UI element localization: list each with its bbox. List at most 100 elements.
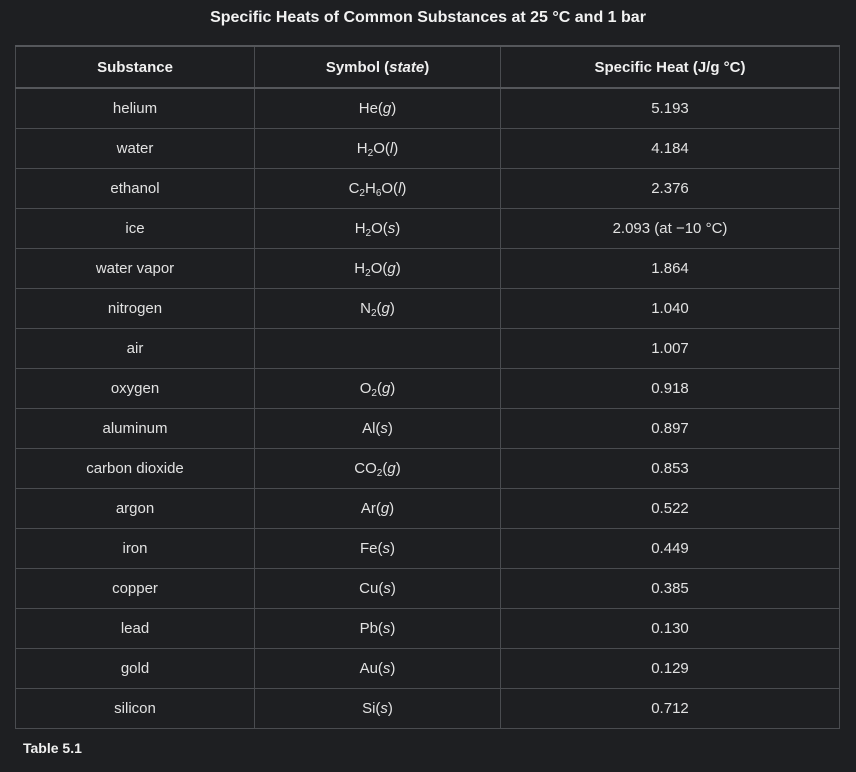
cell-symbol: Cu(s): [254, 568, 501, 609]
symbol-part: H: [364, 180, 376, 197]
cell-symbol: H2O(l): [254, 128, 501, 169]
cell-substance: ethanol: [15, 168, 255, 209]
table-row: silicon Si(s) 0.712: [15, 688, 840, 729]
table-row: water H2O(l) 4.184: [15, 128, 840, 169]
header-symbol-state: state: [389, 58, 425, 76]
symbol-part: H: [354, 260, 366, 277]
cell-substance: argon: [15, 488, 255, 529]
header-row: Substance Symbol (state) Specific Heat (…: [15, 45, 840, 89]
header-symbol: Symbol (state): [254, 45, 501, 89]
cell-symbol: H2O(g): [254, 248, 501, 289]
cell-specific-heat: 0.385: [500, 568, 840, 609]
table-row: aluminum Al(s) 0.897: [15, 408, 840, 449]
symbol-part: H: [356, 140, 368, 157]
cell-substance: helium: [15, 87, 255, 129]
cell-symbol: C2H6O(l): [254, 168, 501, 209]
cell-specific-heat: 0.522: [500, 488, 840, 529]
symbol-part: He: [358, 100, 378, 117]
cell-specific-heat: 1.040: [500, 288, 840, 329]
table-row: lead Pb(s) 0.130: [15, 608, 840, 649]
table-row: argon Ar(g) 0.522: [15, 488, 840, 529]
table-row: oxygen O2(g) 0.918: [15, 368, 840, 409]
cell-symbol: O2(g): [254, 368, 501, 409]
table-row: ethanol C2H6O(l) 2.376: [15, 168, 840, 209]
symbol-part: N: [360, 300, 371, 317]
symbol-part: Pb(: [359, 620, 383, 637]
symbol-part: ): [401, 180, 407, 197]
cell-substance: iron: [15, 528, 255, 569]
table-row: helium He(g) 5.193: [15, 87, 840, 129]
header-symbol-prefix: Symbol (: [325, 58, 390, 76]
symbol-part: s: [380, 420, 388, 437]
symbol-part: O(: [381, 180, 399, 197]
symbol-part: ): [395, 460, 401, 477]
symbol-part: Cu(: [359, 580, 384, 597]
symbol-part: ): [389, 500, 395, 517]
symbol-part: O: [359, 380, 372, 397]
cell-symbol: H2O(s): [254, 208, 501, 249]
symbol-part: O(: [371, 220, 388, 237]
header-specific-heat: Specific Heat (J/g °C): [500, 45, 840, 89]
symbol-part: ): [395, 220, 401, 237]
symbol-part: s: [383, 580, 391, 597]
symbol-part: ): [393, 140, 399, 157]
symbol-part: O(: [370, 260, 388, 277]
cell-substance: air: [15, 328, 255, 369]
cell-specific-heat: 0.918: [500, 368, 840, 409]
table-row: gold Au(s) 0.129: [15, 648, 840, 689]
cell-specific-heat: 2.093 (at −10 °C): [500, 208, 840, 249]
cell-specific-heat: 4.184: [500, 128, 840, 169]
table-row: nitrogen N2(g) 1.040: [15, 288, 840, 329]
cell-specific-heat: 0.130: [500, 608, 840, 649]
cell-symbol: [254, 328, 501, 369]
cell-substance: nitrogen: [15, 288, 255, 329]
cell-symbol: Pb(s): [254, 608, 501, 649]
header-substance: Substance: [15, 45, 255, 89]
cell-symbol: He(g): [254, 87, 501, 129]
symbol-part: CO: [354, 460, 377, 477]
symbol-part: g: [382, 100, 392, 117]
cell-symbol: Al(s): [254, 408, 501, 449]
symbol-part: ): [387, 700, 393, 717]
cell-specific-heat: 1.007: [500, 328, 840, 369]
symbol-part: ): [390, 580, 396, 597]
cell-substance: oxygen: [15, 368, 255, 409]
cell-symbol: N2(g): [254, 288, 501, 329]
table-row: water vapor H2O(g) 1.864: [15, 248, 840, 289]
symbol-part: ): [389, 300, 395, 317]
table-row: iron Fe(s) 0.449: [15, 528, 840, 569]
table-body: helium He(g) 5.193 water H2O(l) 4.184 ethanol C…: [15, 87, 840, 729]
table-row: ice H2O(s) 2.093 (at −10 °C): [15, 208, 840, 249]
symbol-part: O(: [373, 140, 390, 157]
symbol-part: Fe(: [360, 540, 383, 557]
cell-symbol: Fe(s): [254, 528, 501, 569]
table-header: Substance Symbol (state) Specific Heat (…: [15, 45, 840, 89]
cell-substance: lead: [15, 608, 255, 649]
symbol-part: ): [390, 660, 396, 677]
cell-specific-heat: 2.376: [500, 168, 840, 209]
cell-specific-heat: 0.129: [500, 648, 840, 689]
cell-symbol: CO2(g): [254, 448, 501, 489]
cell-specific-heat: 0.712: [500, 688, 840, 729]
cell-symbol: Au(s): [254, 648, 501, 689]
symbol-part: Si(: [362, 700, 381, 717]
table-row: air 1.007: [15, 328, 840, 369]
symbol-part: ): [390, 380, 396, 397]
table-row: carbon dioxide CO2(g) 0.853: [15, 448, 840, 489]
cell-substance: ice: [15, 208, 255, 249]
symbol-part: s: [382, 540, 391, 557]
cell-specific-heat: 0.897: [500, 408, 840, 449]
symbol-part: Ar(: [360, 500, 381, 517]
cell-specific-heat: 0.449: [500, 528, 840, 569]
symbol-part: g: [387, 260, 396, 277]
symbol-part: C: [348, 180, 360, 197]
cell-symbol: Si(s): [254, 688, 501, 729]
symbol-part: ): [387, 420, 393, 437]
cell-substance: carbon dioxide: [15, 448, 255, 489]
cell-symbol: Ar(g): [254, 488, 501, 529]
cell-substance: silicon: [15, 688, 255, 729]
cell-specific-heat: 1.864: [500, 248, 840, 289]
symbol-part: Al(: [362, 420, 381, 437]
symbol-part: ): [390, 540, 395, 557]
symbol-part: s: [380, 700, 388, 717]
